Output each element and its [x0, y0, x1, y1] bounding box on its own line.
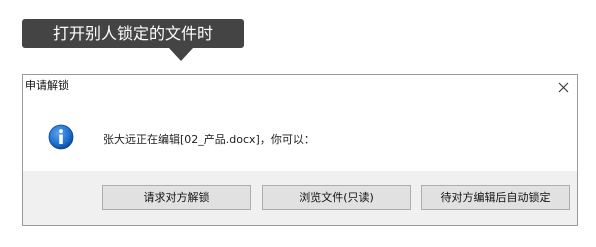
unlock-request-dialog: 申请解锁 张大远正在编辑[02_产品.docx]，你可以： 请求对方解锁 浏览文…: [22, 74, 578, 226]
dialog-message: 张大远正在编辑[02_产品.docx]，你可以：: [103, 133, 315, 146]
browse-readonly-button[interactable]: 浏览文件(只读): [262, 185, 411, 210]
close-button[interactable]: [552, 77, 574, 97]
info-icon: [48, 124, 74, 150]
request-unlock-button[interactable]: 请求对方解锁: [102, 185, 251, 210]
dialog-titlebar: 申请解锁: [23, 75, 577, 100]
tooltip-callout: 打开别人锁定的文件时: [22, 19, 244, 48]
tooltip-arrow: [169, 48, 193, 61]
dialog-content: 张大远正在编辑[02_产品.docx]，你可以：: [23, 100, 577, 172]
auto-lock-after-edit-button[interactable]: 待对方编辑后自动锁定: [421, 185, 570, 210]
dialog-title: 申请解锁: [25, 79, 69, 92]
dialog-button-bar: 请求对方解锁 浏览文件(只读) 待对方编辑后自动锁定: [23, 171, 577, 225]
close-icon: [558, 82, 568, 92]
tooltip-text: 打开别人锁定的文件时: [52, 24, 213, 43]
